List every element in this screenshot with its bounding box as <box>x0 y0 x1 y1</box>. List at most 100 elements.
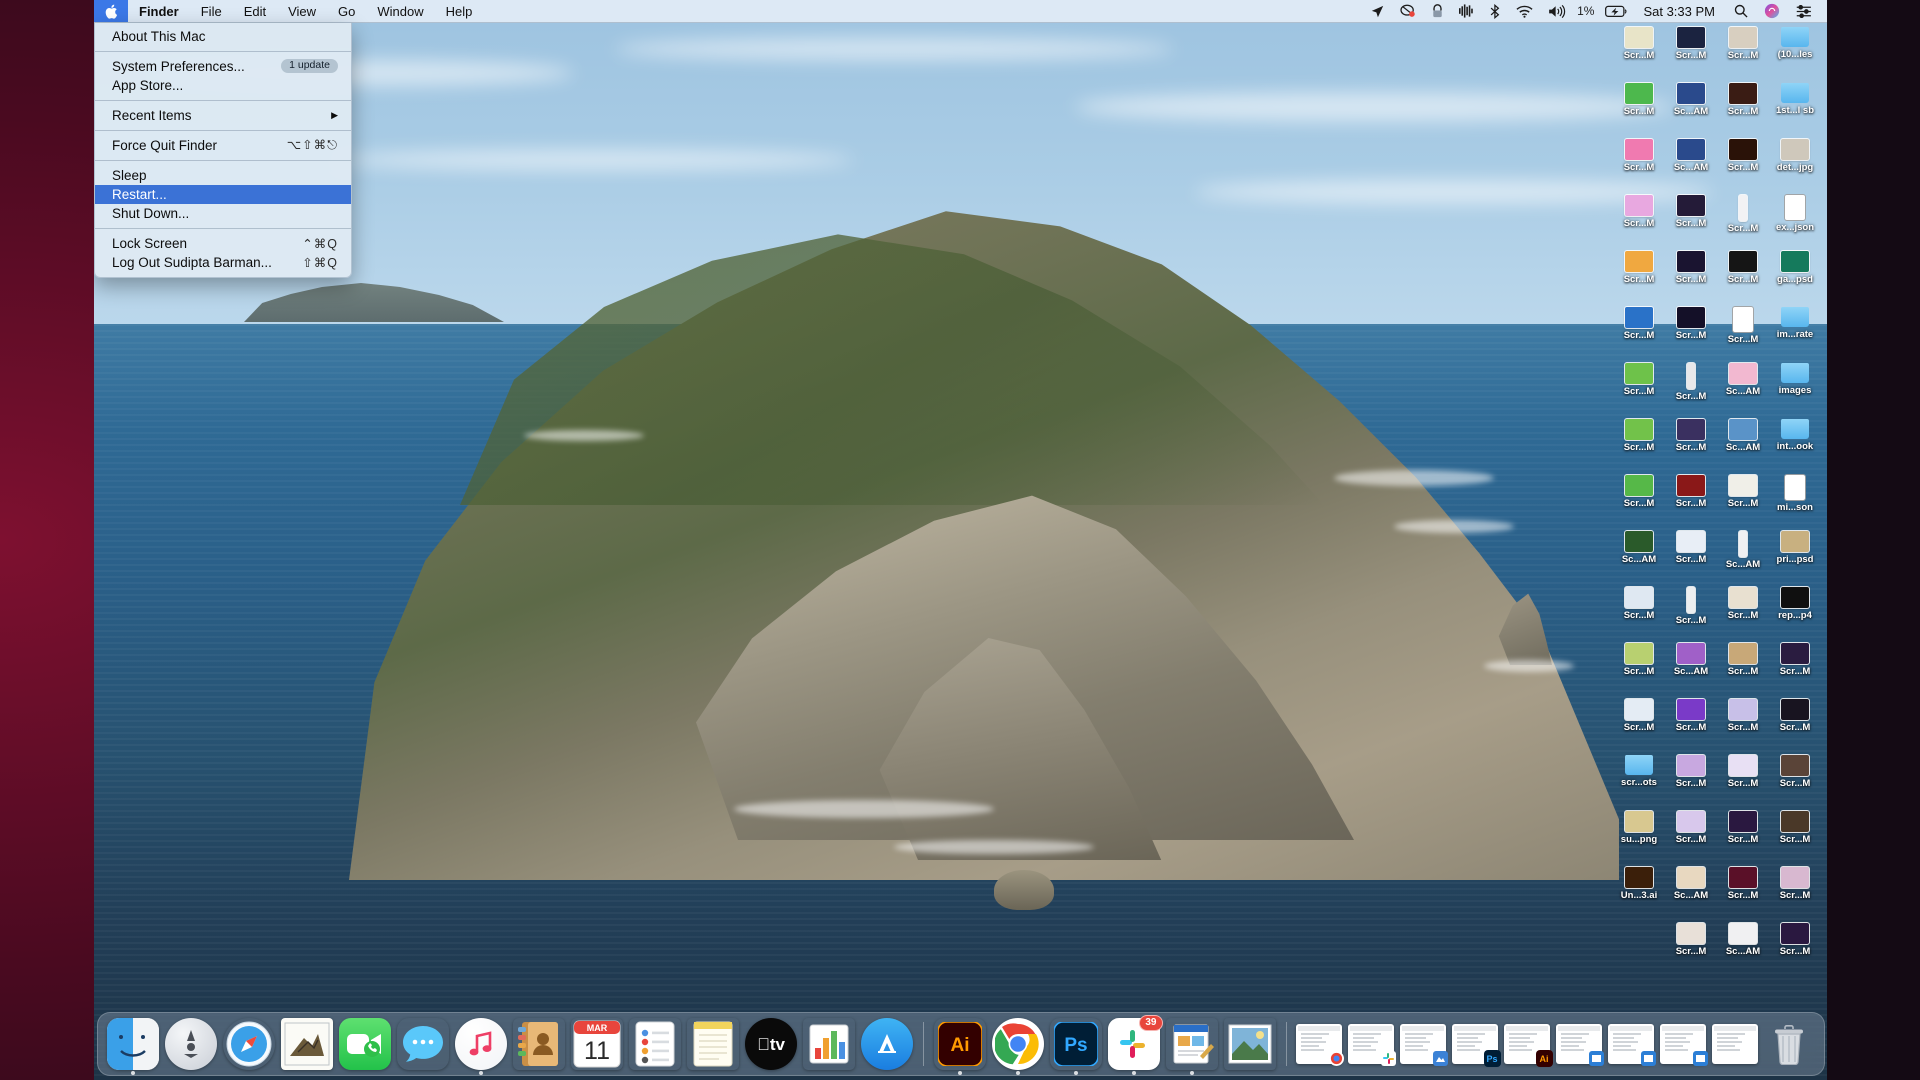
desktop-icon[interactable]: Scr...M <box>1665 304 1717 360</box>
desktop-icon[interactable]: Scr...M <box>1717 24 1769 80</box>
desktop-icon[interactable]: Scr...M <box>1613 360 1665 416</box>
dock-item-word[interactable] <box>1165 1017 1219 1075</box>
desktop-icon[interactable]: int...ook <box>1769 416 1821 472</box>
menu-view[interactable]: View <box>277 0 327 22</box>
spotlight-search-icon[interactable] <box>1727 0 1755 22</box>
dock-item-messages[interactable] <box>396 1017 450 1071</box>
minimized-window-keynote2[interactable] <box>1607 1024 1656 1066</box>
desktop-icon[interactable]: Scr...M <box>1717 696 1769 752</box>
minimized-window-illustrator[interactable]: Ai <box>1503 1024 1553 1067</box>
desktop-icon[interactable]: Scr...M <box>1613 416 1665 472</box>
desktop-icon[interactable]: Scr...M <box>1665 248 1717 304</box>
desktop-icon[interactable]: Scr...M <box>1769 808 1821 864</box>
dock-item-numbers[interactable] <box>802 1017 856 1071</box>
desktop-icon[interactable]: Scr...M <box>1613 80 1665 136</box>
desktop-icon[interactable]: su...png <box>1613 808 1665 864</box>
dock-item-photos[interactable] <box>1223 1017 1277 1071</box>
desktop-icon[interactable]: pri...psd <box>1769 528 1821 584</box>
menu-item-app-store[interactable]: App Store... <box>95 76 351 95</box>
desktop-icon[interactable]: Scr...M <box>1717 304 1769 360</box>
desktop-icon[interactable]: Scr...M <box>1717 472 1769 528</box>
desktop-icon[interactable]: Scr...M <box>1717 864 1769 920</box>
minimized-window-pages[interactable] <box>1711 1024 1758 1064</box>
menu-item-recent-items[interactable]: Recent Items ▶ <box>95 106 351 125</box>
desktop-icon[interactable]: Scr...M <box>1613 696 1665 752</box>
desktop-icon[interactable]: Scr...M <box>1717 136 1769 192</box>
desktop-icon[interactable]: Scr...M <box>1613 304 1665 360</box>
desktop-icon[interactable]: Sc...AM <box>1717 528 1769 584</box>
audio-equalizer-icon[interactable] <box>1452 0 1481 22</box>
battery-charging-icon[interactable] <box>1598 0 1635 22</box>
minimized-window-photoshop[interactable]: Ps <box>1451 1024 1501 1067</box>
desktop-icon[interactable]: Scr...M <box>1717 584 1769 640</box>
menu-bar-clock[interactable]: Sat 3:33 PM <box>1637 4 1725 19</box>
desktop-icon[interactable]: Scr...M <box>1717 80 1769 136</box>
desktop-icon[interactable]: Scr...M <box>1613 24 1665 80</box>
desktop-icon[interactable]: Scr...M <box>1665 360 1717 416</box>
wifi-icon[interactable] <box>1509 0 1540 22</box>
desktop-icon[interactable]: Scr...M <box>1665 808 1717 864</box>
desktop-icon[interactable]: Scr...M <box>1613 640 1665 696</box>
desktop-icon[interactable]: Sc...AM <box>1717 416 1769 472</box>
dock-item-appstore[interactable] <box>860 1017 914 1071</box>
minimized-window-preview[interactable] <box>1399 1024 1448 1066</box>
desktop-icon[interactable]: Scr...M <box>1717 248 1769 304</box>
desktop-icon[interactable]: Sc...AM <box>1665 640 1717 696</box>
desktop-icon[interactable]: Sc...AM <box>1665 864 1717 920</box>
menu-item-system-preferences[interactable]: System Preferences... 1 update <box>95 57 351 76</box>
menu-item-lock-screen[interactable]: Lock Screen ⌃⌘Q <box>95 234 351 253</box>
desktop-icon[interactable]: images <box>1769 360 1821 416</box>
desktop-icon[interactable]: ex...json <box>1769 192 1821 248</box>
dock-item-finder[interactable] <box>106 1017 160 1075</box>
desktop-icon[interactable]: (10...les <box>1769 24 1821 80</box>
desktop-icon[interactable]: det...jpg <box>1769 136 1821 192</box>
dock-item-launchpad[interactable] <box>164 1017 218 1071</box>
menu-item-sleep[interactable]: Sleep <box>95 166 351 185</box>
menu-item-force-quit-finder[interactable]: Force Quit Finder ⌥⇧⌘⎋ <box>95 136 351 155</box>
menu-go[interactable]: Go <box>327 0 366 22</box>
menu-item-restart[interactable]: Restart... <box>95 185 351 204</box>
dock-item-reminders[interactable] <box>628 1017 682 1071</box>
apple-logo-icon[interactable] <box>94 0 128 22</box>
minimized-window-chrome[interactable] <box>1295 1024 1344 1066</box>
desktop-icon[interactable]: im...rate <box>1769 304 1821 360</box>
menu-item-shut-down[interactable]: Shut Down... <box>95 204 351 223</box>
location-arrow-icon[interactable] <box>1364 0 1391 22</box>
desktop-icon[interactable]: Scr...M <box>1665 416 1717 472</box>
dock-item-facetime[interactable] <box>338 1017 392 1071</box>
desktop-icon[interactable]: Scr...M <box>1613 248 1665 304</box>
dock-item-calendar[interactable]: MAR 11 <box>570 1017 624 1071</box>
desktop-icon[interactable]: Scr...M <box>1665 528 1717 584</box>
minimized-window-slack[interactable] <box>1347 1024 1396 1066</box>
bluetooth-icon[interactable] <box>1483 0 1507 22</box>
desktop-icon[interactable]: Scr...M <box>1717 192 1769 248</box>
desktop-icon[interactable]: 1st...l sb <box>1769 80 1821 136</box>
desktop-icon[interactable]: Sc...AM <box>1665 136 1717 192</box>
menu-file[interactable]: File <box>190 0 233 22</box>
dock-item-slack[interactable]: 39 <box>1107 1015 1163 1075</box>
desktop-icon[interactable]: Scr...M <box>1665 920 1717 976</box>
volume-icon[interactable] <box>1542 0 1573 22</box>
desktop-icon[interactable]: Scr...M <box>1665 472 1717 528</box>
trash-icon[interactable] <box>1762 1017 1816 1071</box>
dock-item-photoshop[interactable]: Ps <box>1049 1017 1103 1075</box>
desktop-icon[interactable]: Scr...M <box>1613 136 1665 192</box>
desktop-icon[interactable]: Scr...M <box>1665 752 1717 808</box>
minimized-window-keynote1[interactable] <box>1555 1024 1604 1066</box>
desktop-icon[interactable]: ga...psd <box>1769 248 1821 304</box>
menu-help[interactable]: Help <box>435 0 484 22</box>
desktop-icon[interactable]: Scr...M <box>1717 640 1769 696</box>
menu-window[interactable]: Window <box>366 0 434 22</box>
dock-item-contacts[interactable] <box>512 1017 566 1071</box>
desktop-icon[interactable]: Sc...AM <box>1613 528 1665 584</box>
desktop-icon[interactable]: Scr...M <box>1769 696 1821 752</box>
apple-menu-dropdown[interactable]: About This Mac System Preferences... 1 u… <box>94 23 352 278</box>
dock-item-music[interactable] <box>454 1017 508 1075</box>
menu-finder[interactable]: Finder <box>128 0 190 22</box>
control-center-icon[interactable] <box>1789 0 1819 22</box>
dock-item-appletv[interactable]: tv <box>744 1017 798 1071</box>
minimized-window-keynote3[interactable] <box>1659 1024 1708 1066</box>
desktop-icon[interactable]: Scr...M <box>1717 752 1769 808</box>
desktop-icon[interactable]: Sc...AM <box>1717 920 1769 976</box>
desktop-icon[interactable]: Scr...M <box>1769 752 1821 808</box>
